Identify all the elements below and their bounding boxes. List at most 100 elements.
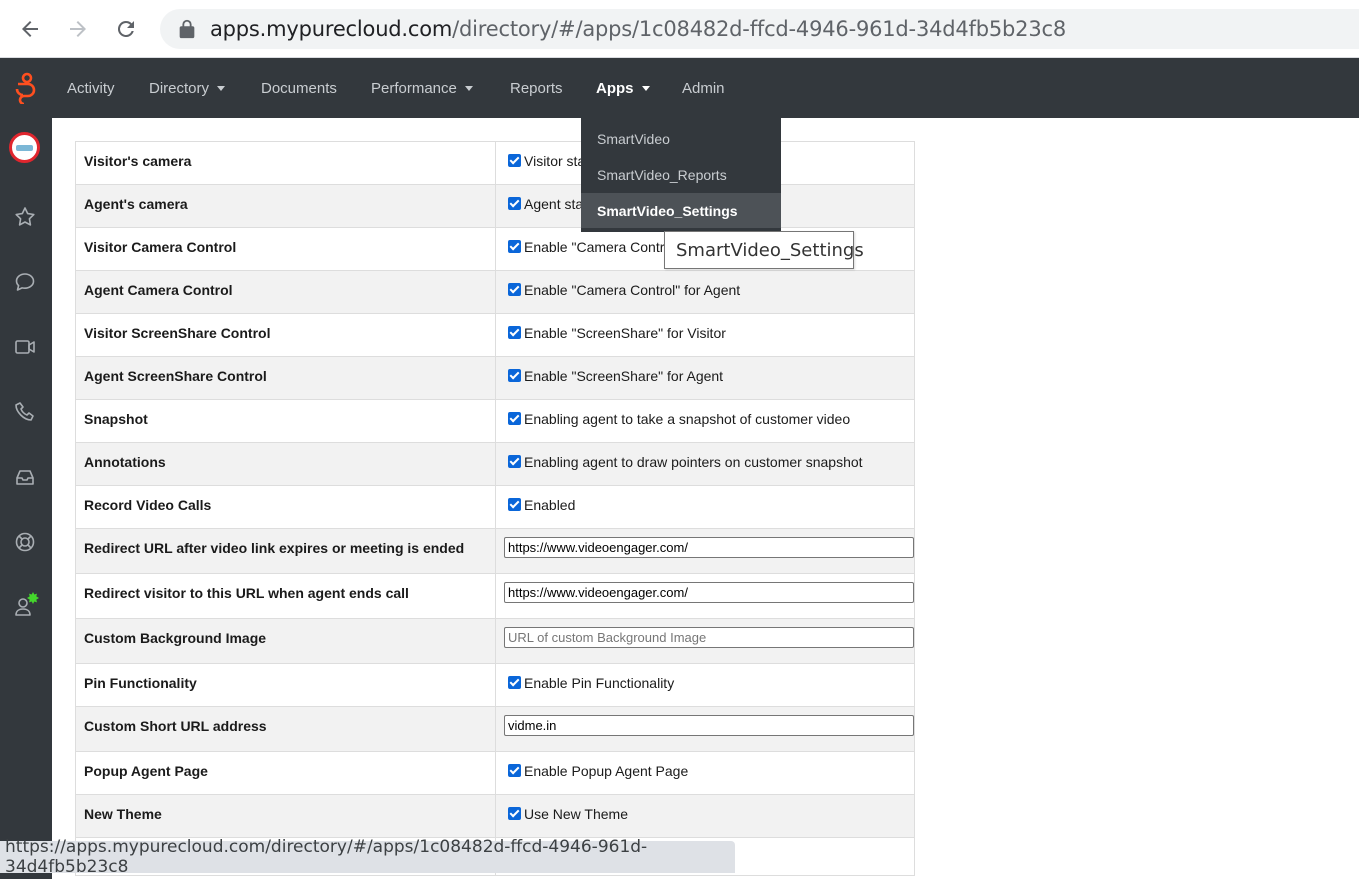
redirect-url-input[interactable]	[504, 537, 914, 558]
setting-label: Snapshot	[76, 400, 496, 442]
setting-label: Visitor ScreenShare Control	[76, 314, 496, 356]
table-row: Snapshot Enabling agent to take a snapsh…	[75, 400, 915, 443]
nav-label: Reports	[510, 79, 563, 97]
forward-icon	[70, 21, 86, 37]
setting-value: Enabling agent to take a snapshot of cus…	[496, 400, 914, 442]
setting-label: Pin Functionality	[76, 664, 496, 706]
menu-item-smartvideo-reports[interactable]: SmartVideo_Reports	[581, 157, 781, 192]
table-row: Agent's camera Agent sta	[75, 185, 915, 228]
menu-item-label: SmartVideo_Settings	[597, 202, 738, 219]
checkbox[interactable]	[508, 764, 521, 777]
reload-icon	[117, 20, 134, 37]
setting-value: Use New Theme	[496, 795, 914, 837]
table-row: New Theme Use New Theme	[75, 795, 915, 838]
background-image-input[interactable]	[504, 627, 914, 648]
setting-value	[496, 574, 914, 618]
available-status-icon	[27, 592, 39, 604]
nav-documents[interactable]: Documents	[261, 58, 337, 118]
apps-dropdown-menu: SmartVideo SmartVideo_Reports SmartVideo…	[581, 118, 781, 232]
checkbox-label: Enable "ScreenShare" for Visitor	[524, 325, 726, 341]
checkbox[interactable]	[508, 154, 521, 167]
setting-value: Enabling agent to draw pointers on custo…	[496, 443, 914, 485]
checkbox-label: Enable Pin Functionality	[524, 675, 675, 691]
nav-performance[interactable]: Performance	[371, 58, 473, 118]
tooltip: SmartVideo_Settings	[664, 231, 864, 269]
genesys-logo[interactable]	[12, 72, 40, 104]
inbox-button[interactable]	[12, 464, 38, 490]
table-row: Visitor's camera Visitor sta	[75, 141, 915, 185]
chevron-down-icon	[464, 85, 473, 91]
phone-button[interactable]	[12, 399, 38, 425]
nav-admin[interactable]: Admin	[682, 58, 725, 118]
link-status-bar: https://apps.mypurecloud.com/directory/#…	[0, 837, 735, 877]
table-row: Redirect visitor to this URL when agent …	[75, 574, 915, 619]
forward-button[interactable]	[61, 12, 95, 46]
table-row: Agent ScreenShare Control Enable "Screen…	[75, 357, 915, 400]
video-icon	[15, 340, 35, 354]
avatar[interactable]	[9, 132, 40, 163]
star-icon	[15, 207, 35, 226]
nav-label: Activity	[67, 79, 115, 97]
checkbox[interactable]	[508, 412, 521, 425]
checkbox-label: Agent sta	[524, 196, 584, 212]
nav-directory[interactable]: Directory	[149, 58, 226, 118]
address-bar[interactable]: apps.mypurecloud.com/directory/#/apps/1c…	[160, 9, 1359, 49]
agent-end-redirect-input[interactable]	[504, 582, 914, 603]
help-icon	[15, 532, 35, 552]
checkbox[interactable]	[508, 498, 521, 511]
nav-activity[interactable]: Activity	[67, 58, 115, 118]
table-row: Agent Camera Control Enable "Camera Cont…	[75, 271, 915, 314]
checkbox-label: Enable Popup Agent Page	[524, 763, 689, 779]
video-button[interactable]	[12, 334, 38, 360]
table-row: Popup Agent Page Enable Popup Agent Page	[75, 752, 915, 795]
menu-item-label: SmartVideo_Reports	[597, 166, 727, 183]
setting-label: Custom Background Image	[76, 619, 496, 663]
menu-item-smartvideo[interactable]: SmartVideo	[581, 121, 781, 156]
setting-value	[496, 707, 914, 751]
favorites-button[interactable]	[12, 204, 38, 230]
checkbox-label: Enabling agent to draw pointers on custo…	[524, 454, 863, 470]
short-url-input[interactable]	[504, 715, 914, 736]
setting-label: Record Video Calls	[76, 486, 496, 528]
setting-label: Popup Agent Page	[76, 752, 496, 794]
checkbox[interactable]	[508, 455, 521, 468]
setting-label: Redirect URL after video link expires or…	[76, 529, 496, 573]
reload-button[interactable]	[109, 12, 143, 46]
table-row: Custom Background Image	[75, 619, 915, 664]
setting-label: Visitor's camera	[76, 142, 496, 184]
table-row: Redirect URL after video link expires or…	[75, 529, 915, 574]
avatar-image	[16, 144, 33, 151]
checkbox[interactable]	[508, 197, 521, 210]
back-button[interactable]	[13, 12, 47, 46]
nav-apps[interactable]: Apps	[596, 58, 650, 118]
menu-item-smartvideo-settings[interactable]: SmartVideo_Settings	[581, 193, 781, 228]
table-row: Visitor ScreenShare Control Enable "Scre…	[75, 314, 915, 357]
checkbox[interactable]	[508, 807, 521, 820]
checkbox-label: Visitor sta	[524, 153, 586, 169]
setting-value: Enable Popup Agent Page	[496, 752, 914, 794]
nav-label: Documents	[261, 79, 337, 97]
chevron-down-icon	[641, 85, 650, 91]
checkbox-label: Enable "Camera Contr	[524, 239, 665, 255]
checkbox[interactable]	[508, 676, 521, 689]
url-host: apps.mypurecloud.com	[210, 17, 453, 41]
chat-button[interactable]	[12, 269, 38, 295]
nav-label: Admin	[682, 79, 725, 97]
table-row: Pin Functionality Enable Pin Functionali…	[75, 664, 915, 707]
help-button[interactable]	[12, 529, 38, 555]
setting-label: Visitor Camera Control	[76, 228, 496, 270]
setting-value: Enable "Camera Control" for Agent	[496, 271, 914, 313]
setting-label: Agent ScreenShare Control	[76, 357, 496, 399]
checkbox-label: Enabled	[524, 497, 576, 513]
browser-toolbar: apps.mypurecloud.com/directory/#/apps/1c…	[0, 0, 1359, 58]
checkbox[interactable]	[508, 240, 521, 253]
setting-value: Enabled	[496, 486, 914, 528]
checkbox[interactable]	[508, 369, 521, 382]
checkbox[interactable]	[508, 326, 521, 339]
table-row: Record Video Calls Enabled	[75, 486, 915, 529]
inbox-icon	[16, 470, 34, 485]
nav-label: Performance	[371, 79, 457, 97]
checkbox[interactable]	[508, 283, 521, 296]
setting-value	[496, 619, 914, 663]
nav-reports[interactable]: Reports	[510, 58, 563, 118]
